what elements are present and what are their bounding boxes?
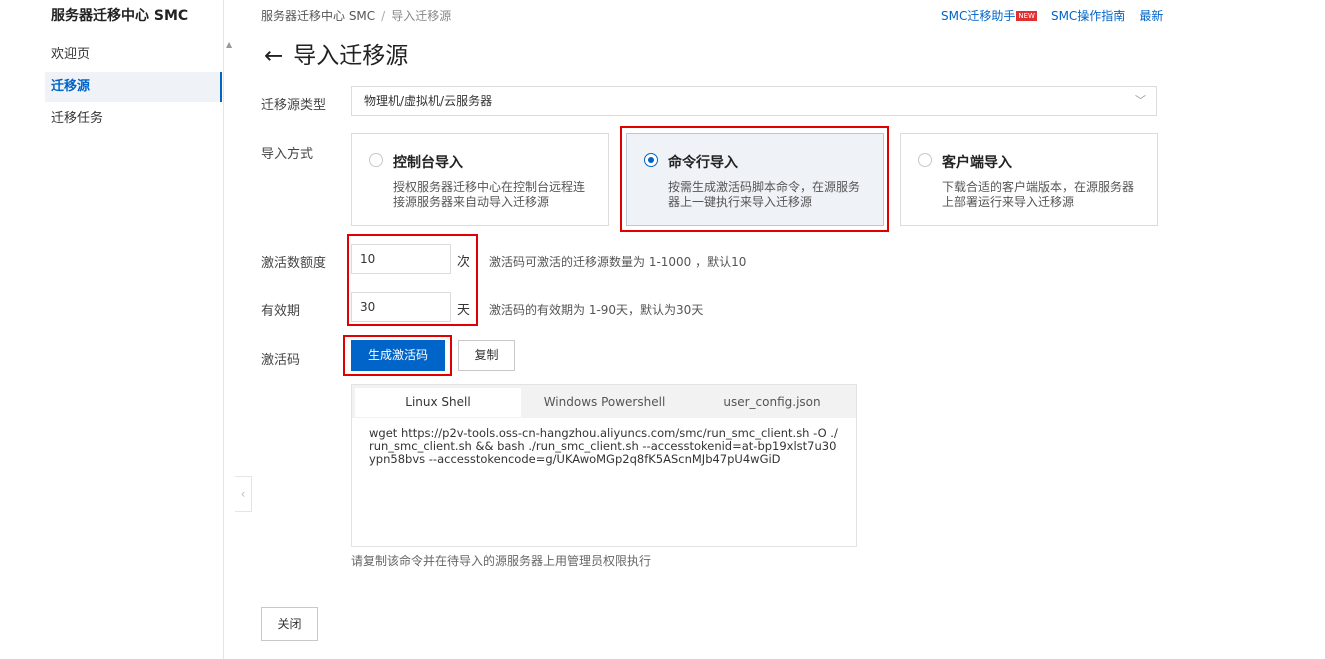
breadcrumb-root[interactable]: 服务器迁移中心 SMC bbox=[261, 9, 375, 23]
validity-unit: 天 bbox=[457, 303, 471, 318]
activation-code-label: 激活码 bbox=[261, 353, 301, 368]
method-desc: 下载合适的客户端版本，在源服务器上部署运行来导入迁移源 bbox=[942, 180, 1135, 209]
sidebar-item-welcome[interactable]: 欢迎页 bbox=[45, 40, 222, 70]
quota-unit: 次 bbox=[457, 255, 471, 270]
method-desc: 授权服务器迁移中心在控制台远程连接源服务器来自动导入迁移源 bbox=[393, 180, 586, 209]
quota-input[interactable]: 10 bbox=[351, 244, 451, 274]
scroll-up-icon[interactable]: ▲ bbox=[226, 40, 232, 49]
tab-windows-powershell[interactable]: Windows Powershell bbox=[521, 388, 688, 417]
source-type-select[interactable]: 物理机/虚拟机/云服务器 ﹀ bbox=[351, 86, 1157, 116]
back-arrow-icon[interactable]: ← bbox=[264, 43, 283, 69]
collapse-sidebar-icon[interactable]: ‹ bbox=[235, 476, 252, 512]
source-type-label: 迁移源类型 bbox=[261, 98, 327, 113]
copy-button[interactable]: 复制 bbox=[458, 340, 515, 371]
method-card-console[interactable]: 控制台导入 授权服务器迁移中心在控制台远程连接源服务器来自动导入迁移源 bbox=[351, 133, 609, 226]
generate-code-button[interactable]: 生成激活码 bbox=[351, 340, 445, 371]
command-hint: 请复制该命令并在待导入的源服务器上用管理员权限执行 bbox=[351, 554, 652, 568]
code-tabs: Linux Shell Windows Powershell user_conf… bbox=[352, 385, 856, 418]
method-title: 命令行导入 bbox=[668, 155, 738, 171]
page-title-text: 导入迁移源 bbox=[293, 43, 409, 69]
method-card-cli[interactable]: 命令行导入 按需生成激活码脚本命令，在源服务器上一键执行来导入迁移源 bbox=[626, 133, 884, 226]
quota-label: 激活数额度 bbox=[261, 256, 327, 271]
radio-cli[interactable] bbox=[644, 153, 658, 167]
right-blank-area bbox=[1167, 0, 1325, 659]
smc-assistant-link[interactable]: SMC迁移助手 bbox=[941, 9, 1015, 23]
page-title: ← 导入迁移源 bbox=[264, 36, 408, 70]
quota-hint: 激活码可激活的迁移源数量为 1-1000 ，默认10 bbox=[489, 255, 747, 269]
validity-label: 有效期 bbox=[261, 304, 301, 319]
sidebar-item-migration-task[interactable]: 迁移任务 bbox=[45, 104, 222, 134]
chevron-down-icon: ﹀ bbox=[1135, 94, 1146, 107]
validity-hint: 激活码的有效期为 1-90天，默认为30天 bbox=[489, 303, 704, 317]
source-type-value: 物理机/虚拟机/云服务器 bbox=[364, 94, 493, 108]
sidebar-item-migration-source[interactable]: 迁移源 bbox=[45, 72, 222, 102]
breadcrumb-current: 导入迁移源 bbox=[391, 9, 452, 23]
import-method-label: 导入方式 bbox=[261, 147, 314, 162]
close-button[interactable]: 关闭 bbox=[261, 607, 318, 641]
breadcrumb-separator: / bbox=[381, 9, 386, 23]
validity-input[interactable]: 30 bbox=[351, 292, 451, 322]
top-links: SMC迁移助手 NEW SMC操作指南 最新 bbox=[941, 7, 1163, 24]
sidebar-title: 服务器迁移中心 SMC bbox=[51, 8, 189, 24]
code-panel: Linux Shell Windows Powershell user_conf… bbox=[351, 384, 857, 547]
method-title: 控制台导入 bbox=[393, 155, 463, 171]
breadcrumb: 服务器迁移中心 SMC / 导入迁移源 bbox=[261, 7, 451, 24]
tab-user-config-json[interactable]: user_config.json bbox=[688, 388, 856, 417]
command-text[interactable]: wget https://p2v-tools.oss-cn-hangzhou.a… bbox=[369, 427, 839, 466]
radio-console[interactable] bbox=[369, 153, 383, 167]
new-badge: NEW bbox=[1016, 11, 1037, 21]
smc-guide-link[interactable]: SMC操作指南 bbox=[1051, 9, 1125, 23]
sidebar: 服务器迁移中心 SMC 欢迎页 迁移源 迁移任务 bbox=[0, 0, 224, 659]
method-card-client[interactable]: 客户端导入 下载合适的客户端版本，在源服务器上部署运行来导入迁移源 bbox=[900, 133, 1158, 226]
method-desc: 按需生成激活码脚本命令，在源服务器上一键执行来导入迁移源 bbox=[668, 180, 861, 209]
latest-link[interactable]: 最新 bbox=[1139, 9, 1163, 23]
tab-linux-shell[interactable]: Linux Shell bbox=[355, 388, 521, 417]
method-title: 客户端导入 bbox=[942, 155, 1012, 171]
radio-client[interactable] bbox=[918, 153, 932, 167]
